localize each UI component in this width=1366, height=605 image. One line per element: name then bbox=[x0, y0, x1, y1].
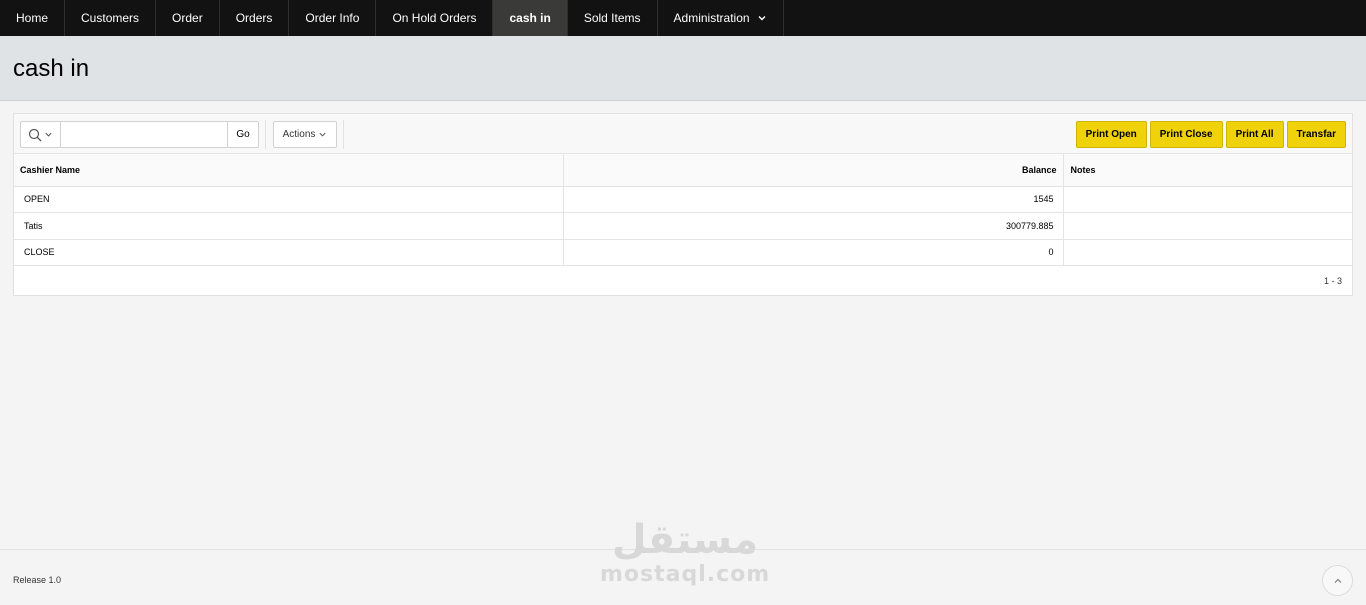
balance-cell: 300779.885 bbox=[563, 212, 1064, 239]
actions-label: Actions bbox=[282, 129, 316, 140]
report-action-buttons: Print Open Print Close Print All Transfa… bbox=[1075, 121, 1346, 148]
search-column-selector[interactable] bbox=[20, 121, 61, 148]
search-icon bbox=[28, 128, 42, 141]
scroll-to-top-button[interactable] bbox=[1322, 565, 1353, 596]
chevron-up-icon bbox=[1334, 578, 1341, 583]
nav-item-home[interactable]: Home bbox=[0, 0, 66, 36]
watermark-latin-text: mostaql.com bbox=[600, 562, 771, 587]
page-title: cash in bbox=[13, 55, 90, 82]
cashier-name-cell: OPEN bbox=[14, 185, 564, 213]
actions-menu-button[interactable]: Actions bbox=[273, 121, 337, 148]
transfer-button[interactable]: Transfar bbox=[1286, 121, 1346, 148]
column-header-cashier-name[interactable]: Cashier Name bbox=[14, 154, 564, 186]
cashier-name-cell: Tatis bbox=[14, 212, 564, 239]
nav-item-customers[interactable]: Customers bbox=[65, 0, 157, 36]
nav-item-order[interactable]: Order bbox=[156, 0, 220, 36]
mostaql-watermark: مستقل mostaql.com bbox=[600, 517, 770, 587]
table-row: OPEN 1545 bbox=[14, 185, 1352, 213]
pagination-range: 1 - 3 bbox=[1323, 276, 1342, 286]
chevron-down-icon bbox=[45, 132, 52, 137]
interactive-report: Go Actions Print Open Print Close Print … bbox=[13, 113, 1353, 296]
table-row: Tatis 300779.885 bbox=[14, 212, 1352, 239]
report-toolbar: Go Actions Print Open Print Close Print … bbox=[14, 114, 1352, 154]
balance-cell: 0 bbox=[563, 238, 1064, 266]
print-all-button[interactable]: Print All bbox=[1225, 121, 1284, 148]
cash-in-table: Cashier Name Balance Notes OPEN 1545 Tat… bbox=[14, 154, 1352, 266]
nav-item-cash-in[interactable]: cash in bbox=[493, 0, 568, 36]
column-header-balance[interactable]: Balance bbox=[563, 154, 1064, 186]
release-version: Release 1.0 bbox=[13, 575, 62, 585]
nav-item-sold-items[interactable]: Sold Items bbox=[568, 0, 658, 36]
toolbar-divider bbox=[265, 120, 266, 149]
column-header-notes[interactable]: Notes bbox=[1063, 154, 1352, 186]
nav-item-on-hold-orders[interactable]: On Hold Orders bbox=[376, 0, 494, 36]
chevron-down-icon bbox=[319, 132, 326, 137]
chevron-down-icon bbox=[758, 16, 766, 21]
page-title-bar: cash in bbox=[0, 36, 1366, 101]
nav-item-administration[interactable]: Administration bbox=[658, 0, 784, 36]
print-open-button[interactable]: Print Open bbox=[1075, 121, 1147, 148]
go-button[interactable]: Go bbox=[228, 121, 259, 148]
nav-item-orders[interactable]: Orders bbox=[220, 0, 290, 36]
toolbar-divider bbox=[343, 120, 344, 149]
search-group: Go bbox=[20, 121, 259, 148]
notes-cell bbox=[1063, 212, 1352, 239]
notes-cell bbox=[1063, 185, 1352, 213]
notes-cell bbox=[1063, 238, 1352, 266]
top-navigation-bar: Home Customers Order Orders Order Info O… bbox=[0, 0, 1366, 36]
cashier-name-cell: CLOSE bbox=[14, 238, 564, 266]
balance-cell: 1545 bbox=[563, 185, 1064, 213]
table-row: CLOSE 0 bbox=[14, 238, 1352, 266]
watermark-arabic-text: مستقل bbox=[611, 517, 759, 563]
nav-item-order-info[interactable]: Order Info bbox=[289, 0, 377, 36]
print-close-button[interactable]: Print Close bbox=[1149, 121, 1223, 148]
table-header-row: Cashier Name Balance Notes bbox=[14, 154, 1352, 186]
search-input[interactable] bbox=[61, 121, 228, 148]
nav-item-administration-label: Administration bbox=[673, 11, 750, 25]
